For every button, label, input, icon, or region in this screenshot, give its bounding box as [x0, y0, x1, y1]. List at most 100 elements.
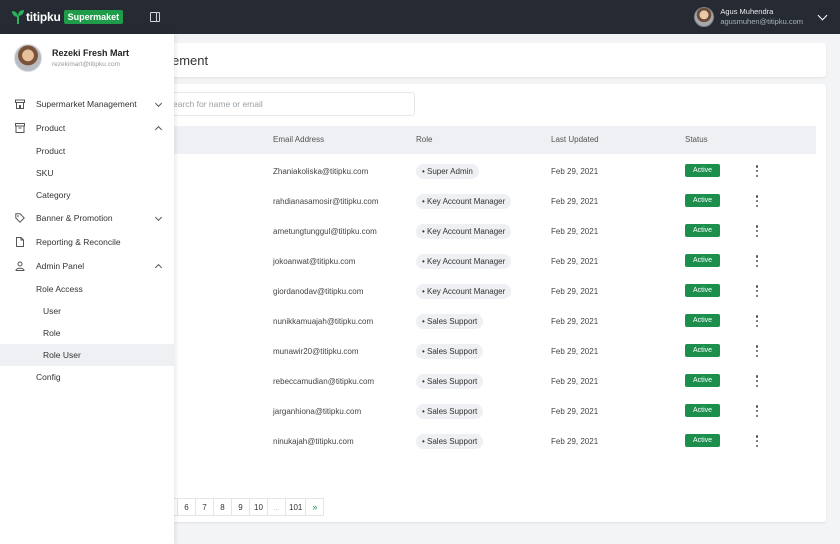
more-options-icon[interactable] — [755, 195, 759, 207]
pagination: 5 6 7 8 9 10 ... 101 » — [159, 498, 325, 516]
email-cell: jokoanwat@titipku.com — [273, 257, 356, 266]
last-updated-cell: Feb 29, 2021 — [551, 287, 599, 296]
sidebar-subitem-config[interactable]: Config — [0, 366, 174, 388]
search-input[interactable] — [161, 93, 414, 115]
email-cell: giordanodav@titipku.com — [273, 287, 364, 296]
user-email: agusmuhen@titipku.com — [720, 17, 803, 26]
more-options-icon[interactable] — [755, 345, 759, 357]
more-options-icon[interactable] — [755, 315, 759, 327]
email-cell: munawir20@titipku.com — [273, 347, 359, 356]
sidebar-subitem-role[interactable]: Role — [0, 322, 174, 344]
table-row[interactable]: Zhaniakoliska@titipku.com • Super Admin … — [160, 157, 816, 187]
email-cell: ninukajah@titipku.com — [273, 437, 354, 446]
last-updated-cell: Feb 29, 2021 — [551, 437, 599, 446]
page-link-7[interactable]: 7 — [195, 498, 214, 516]
table-row[interactable]: nunikkamuajah@titipku.com • Sales Suppor… — [160, 307, 816, 337]
store-profile: Rezeki Fresh Mart rezekimart@titipku.com — [14, 44, 129, 72]
store-icon — [15, 99, 25, 109]
more-options-icon[interactable] — [755, 405, 759, 417]
sidebar-subitem-label: Role User — [43, 350, 81, 360]
brand-badge: Supermaket — [63, 10, 124, 24]
sidebar-item-product[interactable]: Product — [0, 116, 174, 140]
content-card: Email Address Role Last Updated Status Z… — [150, 84, 826, 522]
role-pill: • Sales Support — [416, 374, 484, 389]
table-row[interactable]: jarganhiona@titipku.com • Sales Support … — [160, 397, 816, 427]
user-table: Email Address Role Last Updated Status Z… — [160, 126, 816, 457]
page-header: ement — [150, 43, 826, 77]
user-avatar — [694, 7, 715, 27]
role-pill: • Key Account Manager — [416, 284, 512, 299]
more-options-icon[interactable] — [755, 285, 759, 297]
table-row[interactable]: giordanodav@titipku.com • Key Account Ma… — [160, 277, 816, 307]
document-icon — [16, 237, 24, 247]
more-options-icon[interactable] — [755, 165, 759, 177]
role-pill: • Sales Support — [416, 434, 484, 449]
store-avatar — [14, 44, 42, 72]
sidebar-item-supermarket-management[interactable]: Supermarket Management — [0, 92, 174, 116]
status-badge: Active — [685, 344, 721, 357]
brand-logo[interactable]: titipku Supermaket — [12, 9, 124, 25]
page-link-10[interactable]: 10 — [249, 498, 268, 516]
page-title: ement — [172, 53, 209, 68]
chevron-up-icon — [154, 263, 163, 272]
table-row[interactable]: ametungtunggul@titipku.com • Key Account… — [160, 217, 816, 247]
sidebar-subitem-role-access[interactable]: Role Access — [0, 278, 174, 300]
sidebar-item-reporting[interactable]: Reporting & Reconcile — [0, 230, 174, 254]
sidebar-toggle-icon[interactable] — [150, 12, 160, 22]
role-pill: • Key Account Manager — [416, 254, 512, 269]
sidebar-subitem-role-user[interactable]: Role User — [0, 344, 174, 366]
user-info: Agus Muhendra agusmuhen@titipku.com — [720, 7, 803, 27]
sidebar-subitem-category[interactable]: Category — [0, 184, 174, 206]
page-link-6[interactable]: 6 — [177, 498, 196, 516]
table-row[interactable]: ninukajah@titipku.com • Sales Support Fe… — [160, 427, 816, 457]
leaf-icon — [12, 10, 24, 24]
user-icon — [15, 261, 25, 271]
status-badge: Active — [685, 434, 721, 447]
page-link-101[interactable]: 101 — [285, 498, 307, 516]
status-badge: Active — [685, 404, 721, 417]
last-updated-cell: Feb 29, 2021 — [551, 407, 599, 416]
more-options-icon[interactable] — [755, 225, 759, 237]
more-options-icon[interactable] — [755, 255, 759, 267]
more-options-icon[interactable] — [755, 435, 759, 447]
sidebar-subitem-label: SKU — [36, 168, 54, 178]
role-pill: • Key Account Manager — [416, 224, 512, 239]
table-row[interactable]: munawir20@titipku.com • Sales Support Fe… — [160, 337, 816, 367]
email-cell: Zhaniakoliska@titipku.com — [273, 167, 369, 176]
more-options-icon[interactable] — [755, 375, 759, 387]
last-updated-cell: Feb 29, 2021 — [551, 257, 599, 266]
sidebar-item-label: Admin Panel — [36, 261, 85, 271]
page-link-9[interactable]: 9 — [231, 498, 250, 516]
sidebar-subitem-user[interactable]: User — [0, 300, 174, 322]
status-badge: Active — [685, 194, 721, 207]
status-badge: Active — [685, 374, 721, 387]
status-badge: Active — [685, 164, 721, 177]
table-header: Email Address Role Last Updated Status — [160, 126, 816, 154]
user-menu[interactable]: Agus Muhendra agusmuhen@titipku.com — [694, 5, 828, 29]
email-cell: jarganhiona@titipku.com — [273, 407, 362, 416]
status-badge: Active — [685, 314, 721, 327]
sidebar-item-label: Reporting & Reconcile — [36, 237, 121, 247]
sidebar-subitem-product[interactable]: Product — [0, 140, 174, 162]
sidebar-subitem-label: User — [43, 306, 61, 316]
table-row[interactable]: rahdianasamosir@titipku.com • Key Accoun… — [160, 187, 816, 217]
sidebar-item-label: Banner & Promotion — [36, 213, 113, 223]
status-badge: Active — [685, 224, 721, 237]
brand-name: titipku — [26, 10, 61, 24]
top-bar: titipku Supermaket Agus Muhendra agusmuh… — [0, 0, 840, 34]
email-cell: rebeccamudian@titipku.com — [273, 377, 375, 386]
status-badge: Active — [685, 284, 721, 297]
sidebar-item-banner-promotion[interactable]: Banner & Promotion — [0, 206, 174, 230]
page-link-8[interactable]: 8 — [213, 498, 232, 516]
table-row[interactable]: rebeccamudian@titipku.com • Sales Suppor… — [160, 367, 816, 397]
next-page-button[interactable]: » — [305, 498, 325, 516]
sidebar-subitem-sku[interactable]: SKU — [0, 162, 174, 184]
sidebar-item-label: Supermarket Management — [36, 99, 137, 109]
chevron-down-icon — [154, 213, 163, 222]
table-row[interactable]: jokoanwat@titipku.com • Key Account Mana… — [160, 247, 816, 277]
search-field[interactable] — [160, 92, 415, 116]
sidebar-subitem-label: Role — [43, 328, 61, 338]
sidebar-item-label: Product — [36, 123, 66, 133]
sidebar-item-admin-panel[interactable]: Admin Panel — [0, 254, 174, 278]
chevron-down-icon[interactable] — [817, 10, 828, 20]
